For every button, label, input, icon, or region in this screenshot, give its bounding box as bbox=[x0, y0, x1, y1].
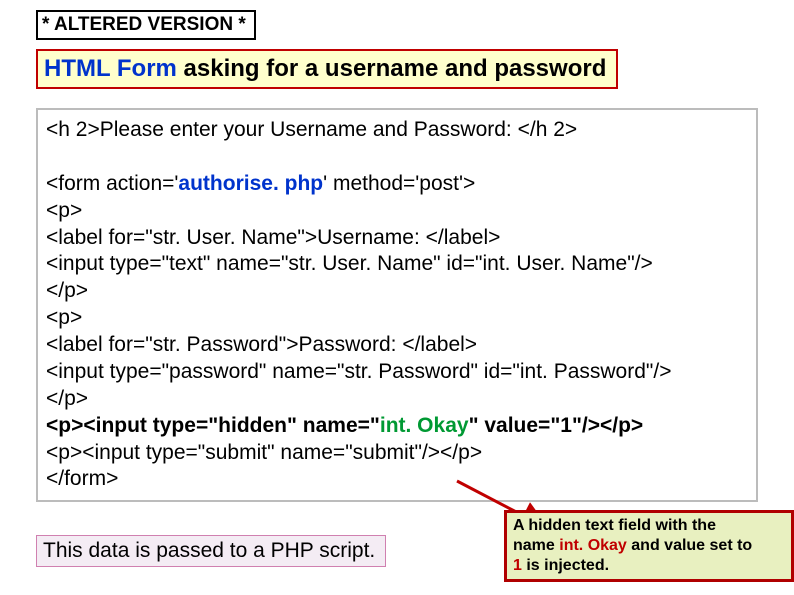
code-text: ' method='post'> bbox=[323, 172, 475, 195]
callout-text: and value set to bbox=[627, 537, 752, 554]
altered-version-box: * ALTERED VERSION * bbox=[36, 10, 256, 40]
code-line: <input type="password" name="str. Passwo… bbox=[46, 359, 746, 386]
passed-to-php-text: This data is passed to a PHP script. bbox=[43, 539, 375, 562]
code-line: <label for="str. User. Name">Username: <… bbox=[46, 225, 746, 252]
code-line: </p> bbox=[46, 278, 746, 305]
callout-text: name bbox=[513, 537, 559, 554]
code-line: </form> bbox=[46, 466, 746, 493]
callout-int-okay: int. Okay bbox=[559, 537, 627, 554]
callout-line: A hidden text field with the bbox=[513, 516, 785, 536]
code-authorise-php: authorise. php bbox=[178, 172, 323, 195]
code-line-hidden-input: <p><input type="hidden" name="int. Okay"… bbox=[46, 413, 746, 440]
code-line: </p> bbox=[46, 386, 746, 413]
code-box: <h 2>Please enter your Username and Pass… bbox=[36, 108, 758, 502]
title-box: HTML Form asking for a username and pass… bbox=[36, 49, 618, 89]
code-blank bbox=[46, 144, 746, 171]
code-line: <p> bbox=[46, 305, 746, 332]
code-text: " value="1"/></p> bbox=[469, 414, 644, 437]
code-text: <p><input type="hidden" name=" bbox=[46, 414, 380, 437]
code-line: <p> bbox=[46, 198, 746, 225]
passed-to-php-box: This data is passed to a PHP script. bbox=[36, 535, 386, 567]
callout-line: 1 is injected. bbox=[513, 556, 785, 576]
code-int-okay: int. Okay bbox=[380, 414, 469, 437]
code-line: <form action='authorise. php' method='po… bbox=[46, 171, 746, 198]
callout-line: name int. Okay and value set to bbox=[513, 536, 785, 556]
code-line: <p><input type="submit" name="submit"/><… bbox=[46, 440, 746, 467]
code-line: <input type="text" name="str. User. Name… bbox=[46, 251, 746, 278]
altered-version-text: * ALTERED VERSION * bbox=[42, 14, 246, 35]
code-text: <form action=' bbox=[46, 172, 178, 195]
code-line: <h 2>Please enter your Username and Pass… bbox=[46, 117, 746, 144]
callout-value-1: 1 bbox=[513, 557, 522, 574]
callout-box: A hidden text field with the name int. O… bbox=[504, 510, 794, 582]
code-line: <label for="str. Password">Password: </l… bbox=[46, 332, 746, 359]
title-html-form: HTML Form bbox=[44, 55, 177, 82]
title-rest: asking for a username and password bbox=[177, 55, 606, 82]
callout-text: is injected. bbox=[522, 557, 609, 574]
